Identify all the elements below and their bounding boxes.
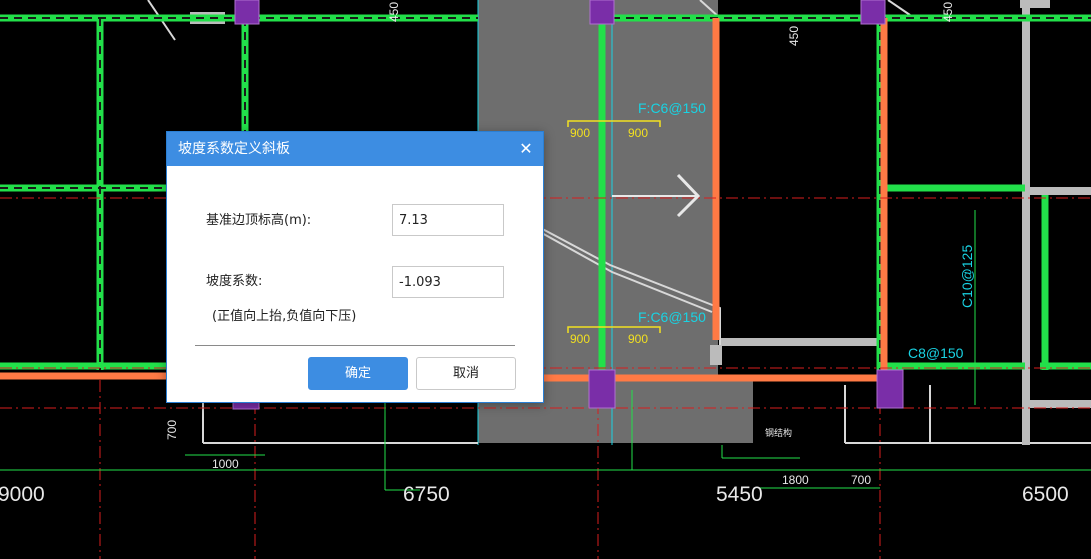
base-elevation-input[interactable] — [392, 204, 504, 236]
dialog-title: 坡度系数定义斜板 — [178, 141, 290, 157]
span-label-3: 900 — [570, 332, 590, 346]
axis-dim-1: 9000 — [0, 483, 45, 506]
dim-small-450c: 450 — [941, 2, 955, 22]
dialog-divider — [195, 345, 515, 346]
dim-small-1800: 1800 — [782, 473, 809, 487]
rebar-label-4: C8@150 — [908, 345, 964, 361]
cancel-button[interactable]: 取消 — [416, 357, 516, 390]
base-elevation-label: 基准边顶标高(m): — [206, 213, 312, 228]
dim-small-700a: 700 — [165, 420, 179, 440]
slope-hint-text: (正值向上抬,负值向下压) — [212, 309, 357, 324]
axis-dim-4: 6500 — [1022, 483, 1069, 506]
dim-small-450a: 450 — [387, 2, 401, 22]
misc-label: 钢结构 — [765, 427, 792, 438]
span-label-2: 900 — [628, 126, 648, 140]
rebar-label-1: F:C6@150 — [638, 100, 706, 116]
slope-slab-dialog: 坡度系数定义斜板 ✕ 基准边顶标高(m): 坡度系数: (正值向上抬,负值向下压… — [166, 131, 544, 403]
dim-small-700b: 700 — [851, 473, 871, 487]
span-label-4: 900 — [628, 332, 648, 346]
cad-drawing-canvas[interactable]: 9000 6750 5450 6500 1000 1800 700 700 45… — [0, 0, 1091, 559]
ok-button[interactable]: 确定 — [308, 357, 408, 390]
close-icon[interactable]: ✕ — [515, 138, 537, 160]
rebar-label-2: F:C6@150 — [638, 309, 706, 325]
rebar-label-3: C10@125 — [959, 245, 975, 308]
axis-dim-2: 6750 — [403, 483, 450, 506]
dim-small-450b: 450 — [787, 26, 801, 46]
slope-factor-label: 坡度系数: — [206, 274, 263, 289]
span-label-1: 900 — [570, 126, 590, 140]
dim-small-1000: 1000 — [212, 457, 239, 471]
cad-workspace[interactable]: 9000 6750 5450 6500 1000 1800 700 700 45… — [0, 0, 1091, 559]
axis-dim-3: 5450 — [716, 483, 763, 506]
dialog-titlebar[interactable]: 坡度系数定义斜板 ✕ — [167, 132, 543, 166]
slope-factor-input[interactable] — [392, 266, 504, 298]
